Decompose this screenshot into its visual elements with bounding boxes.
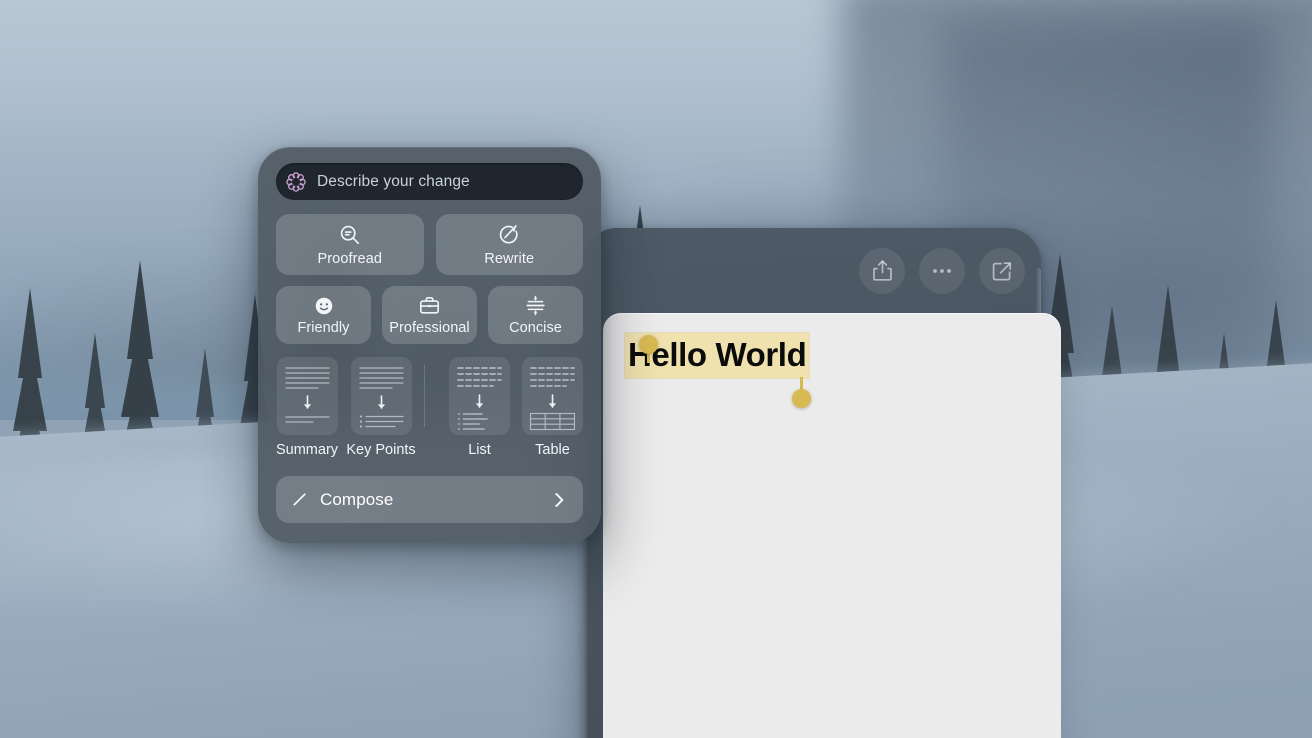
concise-button[interactable]: Concise bbox=[488, 286, 583, 344]
share-button[interactable] bbox=[859, 247, 905, 294]
document-toolbar bbox=[583, 228, 1041, 313]
device-frame: Hello World bbox=[583, 228, 1061, 738]
writing-tools-panel: Describe your change Proofread Rewrite F… bbox=[258, 147, 601, 543]
rewrite-button[interactable]: Rewrite bbox=[435, 214, 583, 275]
list-button[interactable]: List bbox=[448, 357, 510, 458]
apple-intelligence-icon bbox=[286, 171, 306, 192]
key-points-button[interactable]: Key Points bbox=[346, 357, 416, 458]
friendly-button[interactable]: Friendly bbox=[276, 286, 371, 344]
compose-label: Compose bbox=[320, 489, 394, 509]
key-points-card-glyph bbox=[358, 367, 404, 428]
proofread-label: Proofread bbox=[317, 250, 383, 267]
smiley-icon bbox=[315, 297, 332, 314]
briefcase-icon bbox=[419, 297, 440, 314]
describe-change-input[interactable]: Describe your change bbox=[276, 163, 583, 200]
summary-card-icon bbox=[276, 357, 338, 435]
list-card-glyph bbox=[457, 367, 502, 431]
professional-label: Professional bbox=[389, 320, 470, 336]
proofread-button[interactable]: Proofread bbox=[276, 214, 424, 275]
markup-button[interactable] bbox=[979, 247, 1025, 294]
chevron-right-icon bbox=[555, 492, 564, 507]
magnifier-text-icon bbox=[340, 225, 359, 244]
compose-square-icon bbox=[992, 261, 1012, 280]
list-label: List bbox=[468, 442, 491, 458]
friendly-label: Friendly bbox=[297, 319, 350, 336]
more-button[interactable] bbox=[919, 247, 965, 294]
primary-actions-row: Proofread Rewrite bbox=[276, 214, 583, 275]
table-card-icon bbox=[522, 357, 583, 435]
table-label: Table bbox=[535, 442, 570, 458]
compose-button[interactable]: Compose bbox=[276, 476, 583, 523]
document-page[interactable]: Hello World bbox=[603, 313, 1061, 738]
summary-label: Summary bbox=[275, 442, 339, 458]
selection-handle-start[interactable] bbox=[639, 335, 658, 354]
tone-actions-row: Friendly Professional Concise bbox=[276, 286, 583, 344]
concise-label: Concise bbox=[509, 320, 562, 336]
share-icon bbox=[872, 260, 892, 281]
ellipsis-icon bbox=[933, 268, 951, 273]
key-points-card-icon bbox=[350, 357, 412, 435]
summary-card-glyph bbox=[284, 367, 330, 423]
rewrite-circle-icon bbox=[500, 224, 518, 244]
transform-divider bbox=[424, 365, 425, 427]
rewrite-label: Rewrite bbox=[484, 250, 535, 267]
summary-button[interactable]: Summary bbox=[276, 357, 338, 458]
professional-button[interactable]: Professional bbox=[382, 286, 477, 344]
table-button[interactable]: Table bbox=[522, 357, 583, 458]
document-body[interactable]: Hello World bbox=[625, 333, 811, 408]
screen-root: Hello World Describe your change Proofre… bbox=[0, 0, 1312, 738]
list-card-icon bbox=[448, 357, 510, 435]
transform-actions-row: Summary Key Points List Table bbox=[276, 357, 583, 458]
describe-change-placeholder: Describe your change bbox=[317, 172, 470, 190]
pencil-icon bbox=[293, 493, 306, 506]
compress-icon bbox=[526, 295, 545, 316]
table-card-glyph bbox=[529, 367, 576, 431]
selection-handle-end[interactable] bbox=[792, 389, 811, 408]
key-points-label: Key Points bbox=[346, 442, 416, 458]
